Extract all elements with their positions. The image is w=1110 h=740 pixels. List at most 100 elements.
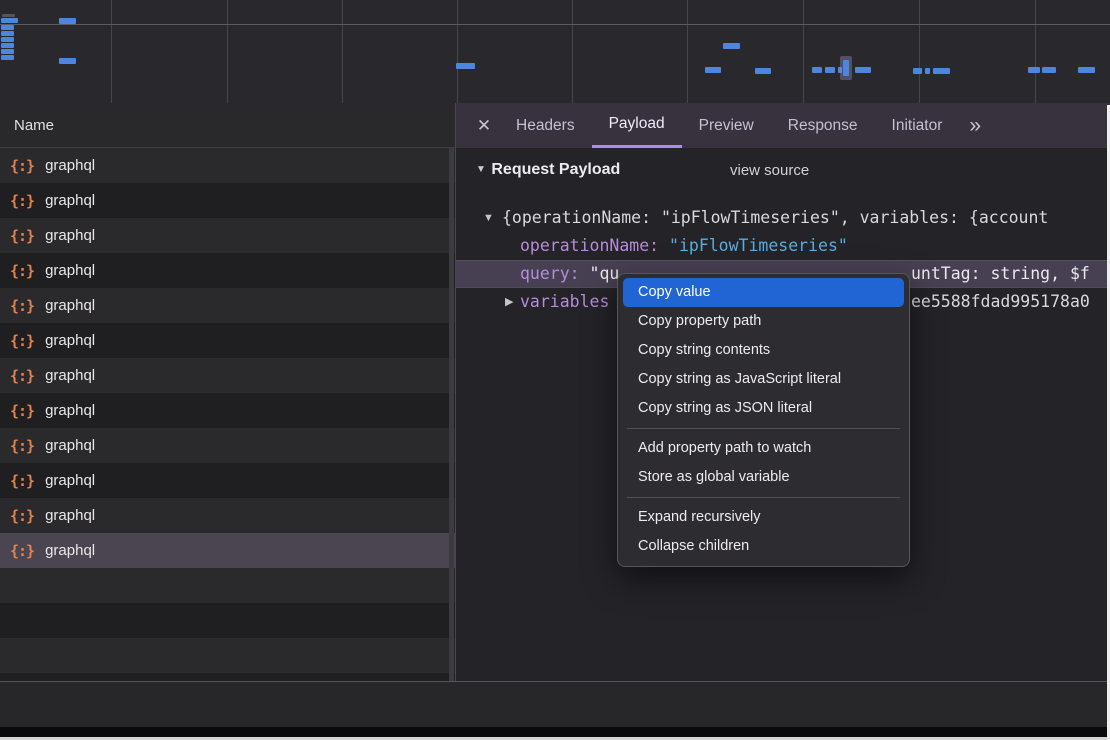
timeline-request-bar xyxy=(723,43,740,49)
property-key: query: xyxy=(520,264,590,283)
network-overview-timeline[interactable] xyxy=(0,0,1110,104)
request-name-label: graphql xyxy=(45,262,95,279)
request-row[interactable]: {:}graphql xyxy=(0,148,455,183)
timeline-request-bar xyxy=(2,14,15,17)
view-source-link[interactable]: view source xyxy=(730,162,809,179)
timeline-gridline xyxy=(227,0,228,103)
menu-separator xyxy=(627,497,900,498)
request-row[interactable]: {:}graphql xyxy=(0,498,455,533)
timeline-request-bar xyxy=(1,18,18,23)
json-type-icon: {:} xyxy=(10,472,34,490)
empty-row xyxy=(0,673,455,681)
json-type-icon: {:} xyxy=(10,332,34,350)
menu-item-copy-string-as-javascript-literal[interactable]: Copy string as JavaScript literal xyxy=(623,365,904,394)
name-column-label: Name xyxy=(14,117,54,134)
timeline-request-bar xyxy=(755,68,771,74)
empty-row xyxy=(0,603,455,638)
timeline-request-bar xyxy=(1,55,14,60)
request-name-label: graphql xyxy=(45,332,95,349)
timeline-request-bar xyxy=(1028,67,1040,73)
section-expander-icon[interactable]: ▼ xyxy=(476,164,486,175)
expander-right-icon[interactable]: ▶ xyxy=(505,288,513,316)
summary-footer xyxy=(0,681,1110,727)
detail-tabbar: ✕ HeadersPayloadPreviewResponseInitiator… xyxy=(456,103,1110,148)
json-type-icon: {:} xyxy=(10,437,34,455)
request-row[interactable]: {:}graphql xyxy=(0,218,455,253)
timeline-request-bar xyxy=(933,68,950,74)
request-row[interactable]: {:}graphql xyxy=(0,253,455,288)
timeline-gridline xyxy=(342,0,343,103)
timeline-gridline xyxy=(919,0,920,103)
request-row[interactable]: {:}graphql xyxy=(0,533,455,568)
json-type-icon: {:} xyxy=(10,227,34,245)
request-row[interactable]: {:}graphql xyxy=(0,288,455,323)
request-name-label: graphql xyxy=(45,367,95,384)
tab-initiator[interactable]: Initiator xyxy=(875,103,960,148)
request-row[interactable]: {:}graphql xyxy=(0,463,455,498)
property-value-start: "qu xyxy=(590,264,620,283)
request-name-label: graphql xyxy=(45,437,95,454)
request-name-label: graphql xyxy=(45,402,95,419)
section-title: Request Payload xyxy=(491,161,620,178)
timeline-gridline xyxy=(687,0,688,103)
request-payload-section-header: ▼ Request Payload view source xyxy=(476,161,620,179)
timeline-gridline xyxy=(457,0,458,103)
request-list-scrollbar[interactable] xyxy=(449,148,454,681)
menu-separator xyxy=(627,428,900,429)
json-type-icon: {:} xyxy=(10,157,34,175)
empty-row xyxy=(0,638,455,673)
menu-item-copy-property-path[interactable]: Copy property path xyxy=(623,307,904,336)
root-object-preview: {operationName: "ipFlowTimeseries", vari… xyxy=(502,208,1048,227)
timeline-request-bar xyxy=(1,43,14,48)
menu-item-copy-value[interactable]: Copy value xyxy=(623,278,904,307)
timeline-request-bar xyxy=(59,18,76,24)
menu-item-add-property-path-to-watch[interactable]: Add property path to watch xyxy=(623,434,904,463)
menu-item-copy-string-as-json-literal[interactable]: Copy string as JSON literal xyxy=(623,394,904,423)
timeline-request-bar xyxy=(705,67,721,73)
request-row[interactable]: {:} graphql xyxy=(0,358,455,393)
timeline-request-bar xyxy=(913,68,922,74)
menu-item-collapse-children[interactable]: Collapse children xyxy=(623,532,904,561)
request-rows: {:} graphql {:} graphql {:} graphql {:} graphql… xyxy=(0,148,455,681)
tab-response[interactable]: Response xyxy=(771,103,875,148)
tab-preview[interactable]: Preview xyxy=(682,103,771,148)
close-icon[interactable]: ✕ xyxy=(469,103,499,148)
property-key: operationName: xyxy=(520,236,669,255)
name-column-header[interactable]: Name xyxy=(0,103,455,148)
property-value: "ipFlowTimeseries" xyxy=(669,236,848,255)
request-row[interactable]: {:} graphql xyxy=(0,323,455,358)
json-type-icon: {:} xyxy=(10,507,34,525)
timeline-gridline xyxy=(803,0,804,103)
request-row[interactable]: {:} graphql xyxy=(0,393,455,428)
expander-down-icon[interactable]: ▼ xyxy=(483,204,494,232)
json-type-icon: {:} xyxy=(10,367,34,385)
tab-payload[interactable]: Payload xyxy=(592,103,682,148)
tab-headers[interactable]: Headers xyxy=(499,103,592,148)
timeline-gridline xyxy=(111,0,112,103)
request-name-label: graphql xyxy=(45,192,95,209)
request-row[interactable]: {:} graphql xyxy=(0,428,455,463)
timeline-marker-bar xyxy=(843,60,849,76)
tree-row-operationname[interactable]: operationName: "ipFlowTimeseries" xyxy=(456,232,1110,260)
request-name-label: graphql xyxy=(45,542,95,559)
timeline-gridline xyxy=(1035,0,1036,103)
timeline-request-bar xyxy=(825,67,835,73)
timeline-request-bar xyxy=(925,68,930,74)
tree-row-root[interactable]: ▼ {operationName: "ipFlowTimeseries", va… xyxy=(456,204,1110,232)
timeline-rule xyxy=(0,24,1110,25)
more-tabs-icon[interactable]: » xyxy=(959,103,991,148)
timeline-request-bar xyxy=(855,67,871,73)
timeline-request-bar xyxy=(59,58,76,64)
menu-item-expand-recursively[interactable]: Expand recursively xyxy=(623,503,904,532)
timeline-request-bar xyxy=(1,25,14,30)
timeline-request-bar xyxy=(812,67,822,73)
json-type-icon: {:} xyxy=(10,402,34,420)
menu-item-store-as-global-variable[interactable]: Store as global variable xyxy=(623,463,904,492)
timeline-request-bar xyxy=(1042,67,1056,73)
property-value-clipped: untTag: string, $f xyxy=(911,260,1090,288)
request-row[interactable]: {:}graphql xyxy=(0,183,455,218)
empty-row xyxy=(0,568,455,603)
menu-item-copy-string-contents[interactable]: Copy string contents xyxy=(623,336,904,365)
request-table: Name {:}graphql{:}graphql{:}graphql{:}gr… xyxy=(0,103,455,681)
window-bottom-bar xyxy=(0,727,1110,737)
